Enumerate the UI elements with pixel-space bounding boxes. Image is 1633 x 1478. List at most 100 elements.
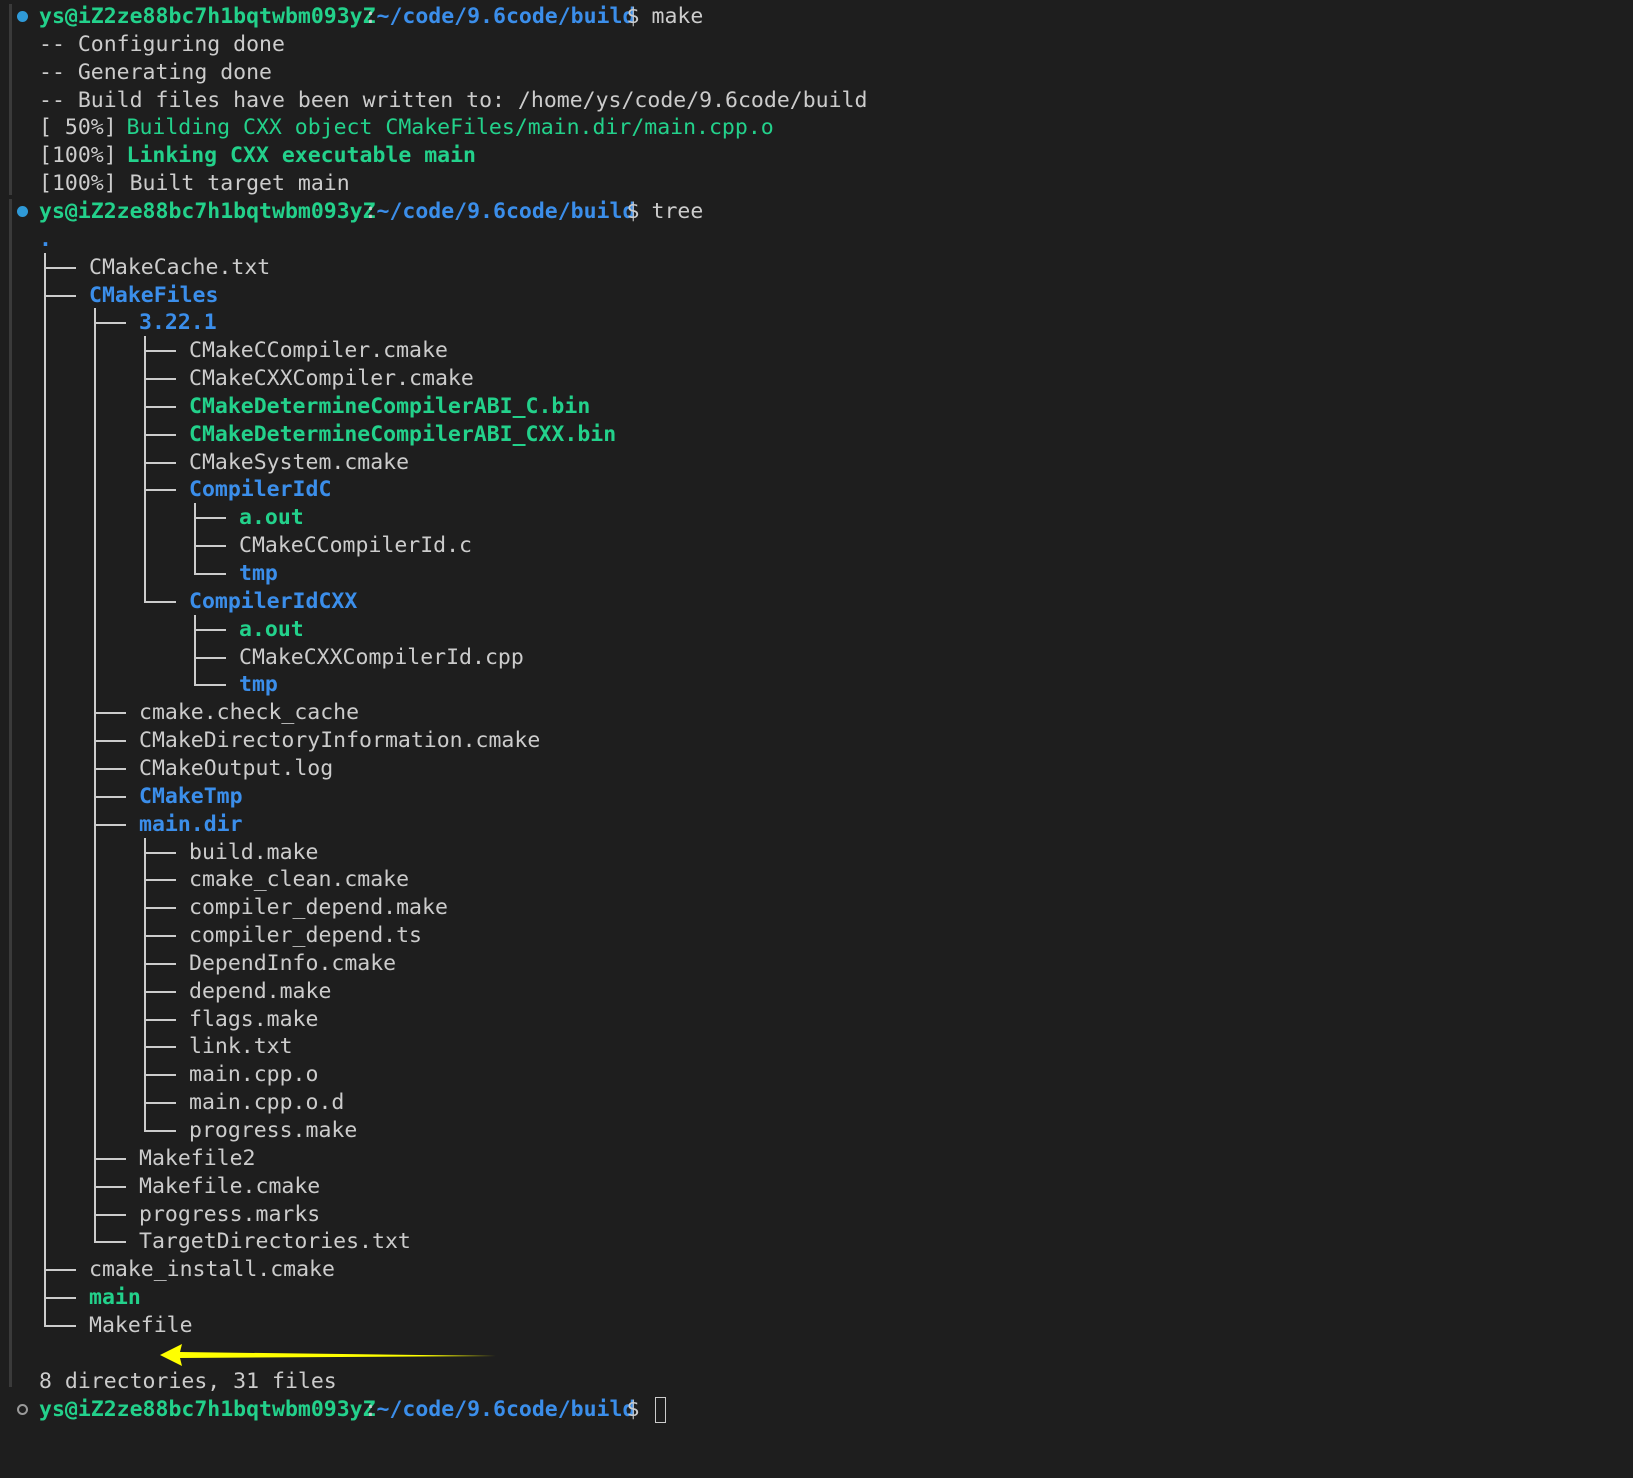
- tree-file[interactable]: CMakeSystem.cmake: [0, 448, 1633, 477]
- tree-file[interactable]: CMakeDetermineCompilerABI_C.bin: [0, 392, 1633, 421]
- tree-file[interactable]: main: [0, 1283, 1633, 1312]
- tree-directory[interactable]: CMakeTmp: [0, 782, 1633, 811]
- prompt-line: ys@iZ2ze88bc7h1bqtwbm093yZ: ~/code/9.6cod…: [0, 197, 1633, 226]
- tree-file[interactable]: compiler_depend.ts: [0, 921, 1633, 950]
- tree-directory[interactable]: tmp: [0, 559, 1633, 588]
- tree-file[interactable]: progress.marks: [0, 1200, 1633, 1229]
- tree-file[interactable]: Makefile: [0, 1311, 1633, 1340]
- tree-file[interactable]: depend.make: [0, 977, 1633, 1006]
- entry-name: cmake_install.cmake: [89, 1257, 335, 1283]
- output-segment: [100%]: [39, 143, 130, 169]
- tree-branch: [144, 600, 176, 603]
- output-text: -- Configuring done: [39, 31, 285, 57]
- entry-name: TargetDirectories.txt: [139, 1229, 411, 1255]
- entry-name: build.make: [189, 839, 319, 865]
- tree-file[interactable]: Makefile2: [0, 1144, 1633, 1173]
- entry-name: a.out: [239, 616, 304, 642]
- entry-name: Makefile.cmake: [139, 1173, 321, 1199]
- make-output-line: [100%] Built target main: [0, 169, 1633, 198]
- tree-file[interactable]: cmake.check_cache: [0, 698, 1633, 727]
- tree-branch: [94, 1185, 126, 1188]
- tree-file[interactable]: CMakeCCompiler.cmake: [0, 336, 1633, 365]
- entry-name: CMakeCCompilerId.c: [239, 533, 472, 559]
- tree-branch: [194, 517, 226, 520]
- tree-branch: [44, 1297, 76, 1300]
- entry-name: progress.make: [189, 1118, 358, 1143]
- prompt-cwd: ~/code/9.6code/build: [376, 4, 636, 29]
- tree-file[interactable]: link.txt: [0, 1032, 1633, 1061]
- tree-branch: [194, 656, 226, 659]
- tree-branch: [144, 405, 176, 408]
- tree-directory[interactable]: CompilerIdCXX: [0, 587, 1633, 616]
- tree-branch: [144, 879, 176, 882]
- entry-name: progress.marks: [139, 1201, 321, 1227]
- tree-branch: [44, 1269, 76, 1272]
- entry-name: compiler_depend.make: [189, 895, 448, 921]
- tree-file[interactable]: DependInfo.cmake: [0, 949, 1633, 978]
- tree-file[interactable]: main.cpp.o.d: [0, 1088, 1633, 1117]
- annotation-arrow: [160, 1344, 496, 1366]
- prompt-symbol: $: [626, 1396, 640, 1422]
- output-segment: Linking CXX executable main: [126, 143, 477, 169]
- tree-branch: [94, 1241, 126, 1244]
- command-pending-dot[interactable]: [17, 1403, 28, 1415]
- tree-file[interactable]: TargetDirectories.txt: [0, 1227, 1633, 1256]
- entry-name: Makefile2: [139, 1145, 256, 1171]
- terminal-cursor[interactable]: [654, 1396, 666, 1423]
- tree-branch: [44, 1324, 76, 1327]
- tree-directory[interactable]: CompilerIdC: [0, 475, 1633, 504]
- highlighted-executable: main: [89, 1285, 141, 1311]
- tree-directory[interactable]: main.dir: [0, 810, 1633, 839]
- tree-file[interactable]: CMakeDirectoryInformation.cmake: [0, 726, 1633, 755]
- tree-branch: [144, 851, 176, 854]
- tree-file[interactable]: CMakeDetermineCompilerABI_CXX.bin: [0, 420, 1633, 449]
- summary-text: 8 directories, 31 files: [39, 1368, 337, 1394]
- terminal-output[interactable]: ys@iZ2ze88bc7h1bqtwbm093yZ: ~/code/9.6cod…: [0, 0, 1633, 1478]
- tree-branch: [194, 573, 226, 575]
- tree-file[interactable]: cmake_clean.cmake: [0, 865, 1633, 894]
- tree-connector: [94, 308, 96, 1242]
- prompt-separator: :: [364, 198, 377, 224]
- command-success-dot[interactable]: [17, 205, 28, 217]
- tree-branch: [194, 684, 226, 687]
- tree-file[interactable]: flags.make: [0, 1005, 1633, 1034]
- command-success-dot[interactable]: [17, 11, 28, 22]
- entry-name: CMakeDirectoryInformation.cmake: [139, 728, 541, 754]
- tree-file[interactable]: Makefile.cmake: [0, 1172, 1633, 1201]
- tree-file[interactable]: CMakeCXXCompilerId.cpp: [0, 643, 1633, 672]
- make-output-line: [ 50%] Building CXX object CMakeFiles/ma…: [0, 113, 1633, 142]
- tree-directory[interactable]: 3.22.1: [0, 308, 1633, 337]
- tree-file[interactable]: CMakeCCompilerId.c: [0, 531, 1633, 560]
- make-output-line: -- Build files have been written to: /ho…: [0, 86, 1633, 115]
- tree-file[interactable]: progress.make: [0, 1116, 1633, 1145]
- tree-branch: [144, 433, 176, 436]
- tree-file[interactable]: compiler_depend.make: [0, 893, 1633, 922]
- output-segment: Building CXX object CMakeFiles/main.dir/…: [126, 115, 774, 141]
- tree-file[interactable]: CMakeCache.txt: [0, 253, 1633, 282]
- tree-directory[interactable]: tmp: [0, 670, 1633, 699]
- tree-file[interactable]: CMakeOutput.log: [0, 754, 1633, 783]
- entry-name: depend.make: [189, 978, 332, 1004]
- tree-connector: [194, 614, 196, 685]
- prompt-symbol: $: [626, 198, 640, 224]
- entry-name: CMakeDetermineCompilerABI_CXX.bin: [189, 421, 617, 447]
- tree-connector: [194, 503, 196, 573]
- tree-directory[interactable]: CMakeFiles: [0, 281, 1633, 310]
- entry-name: link.txt: [189, 1034, 293, 1060]
- tree-file[interactable]: a.out: [0, 615, 1633, 644]
- entry-name: main.cpp.o.d: [189, 1090, 345, 1116]
- tree-file[interactable]: CMakeCXXCompiler.cmake: [0, 364, 1633, 393]
- prompt-user-host: ys@iZ2ze88bc7h1bqtwbm093yZ: [39, 1396, 376, 1422]
- make-output-line: [100%] Linking CXX executable main: [0, 141, 1633, 170]
- tree-file[interactable]: cmake_install.cmake: [0, 1255, 1633, 1284]
- tree-branch: [144, 378, 176, 381]
- tree-branch: [194, 628, 226, 631]
- tree-file[interactable]: main.cpp.o: [0, 1060, 1633, 1089]
- tree-file[interactable]: a.out: [0, 503, 1633, 532]
- tree-file[interactable]: build.make: [0, 838, 1633, 867]
- tree-summary: 8 directories, 31 files: [0, 1367, 1633, 1396]
- entry-name: tmp: [239, 672, 278, 698]
- tree-branch: [94, 1157, 126, 1160]
- entry-name: flags.make: [189, 1006, 319, 1032]
- output-text: -- Build files have been written to: /ho…: [39, 87, 868, 113]
